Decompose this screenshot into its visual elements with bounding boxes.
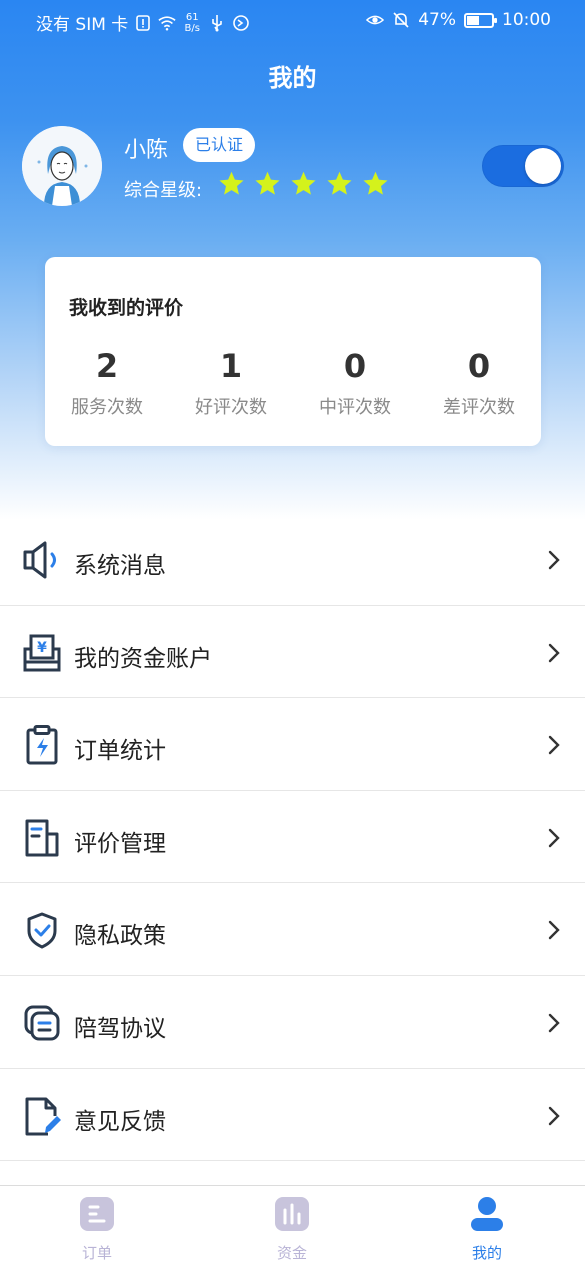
bottom-tab-bar: 订单 资金 我的 xyxy=(0,1185,585,1267)
star-icon xyxy=(327,171,352,195)
svg-text:¥: ¥ xyxy=(37,640,47,656)
chevron-right-icon xyxy=(548,550,560,570)
bell-muted-icon xyxy=(393,12,409,28)
eye-icon xyxy=(366,15,385,25)
clipboard-bolt-icon xyxy=(26,725,58,765)
settings-menu: 系统消息 ¥ 我的资金账户 订单统计 评价管理 隐私政策 陪驾协议 意见反馈 xyxy=(0,513,585,1162)
star-icon xyxy=(291,171,316,195)
review-summary-card: 我收到的评价 2 服务次数 1 好评次数 0 中评次数 0 差评次数 xyxy=(45,257,541,446)
phone-sync-icon xyxy=(233,14,250,31)
star-icon xyxy=(363,171,388,195)
wifi-icon xyxy=(158,15,176,31)
user-icon xyxy=(471,1197,503,1231)
stat-neutral-count: 0 中评次数 xyxy=(293,349,417,419)
stat-value: 0 xyxy=(343,347,367,385)
sim-alert-icon xyxy=(136,14,151,31)
star-icon xyxy=(255,171,280,195)
stat-label: 服务次数 xyxy=(71,397,143,418)
file-edit-icon xyxy=(25,1097,61,1136)
rating-label: 综合星级: xyxy=(124,180,203,201)
online-toggle[interactable] xyxy=(482,145,564,187)
stat-service-count: 2 服务次数 xyxy=(45,349,169,419)
chevron-right-icon xyxy=(548,921,560,940)
shield-check-icon xyxy=(27,912,57,949)
rating-stars xyxy=(218,170,389,197)
menu-label: 意见反馈 xyxy=(74,1108,166,1135)
star-icon xyxy=(219,171,244,195)
stat-bad-count: 0 差评次数 xyxy=(417,349,541,419)
tab-orders[interactable]: 订单 xyxy=(37,1196,157,1263)
speaker-icon xyxy=(23,541,56,579)
cards-icon xyxy=(24,1005,60,1041)
menu-item-order-stats[interactable]: 订单统计 xyxy=(0,698,585,791)
tab-mine[interactable]: 我的 xyxy=(427,1196,547,1263)
card-title: 我收到的评价 xyxy=(69,297,184,319)
tab-label: 我的 xyxy=(471,1244,502,1262)
menu-label: 我的资金账户 xyxy=(74,645,212,672)
menu-item-privacy-policy[interactable]: 隐私政策 xyxy=(0,883,585,976)
tab-funds[interactable]: 资金 xyxy=(232,1196,352,1263)
menu-item-system-messages[interactable]: 系统消息 xyxy=(0,513,585,606)
user-name: 小陈 xyxy=(124,138,169,163)
menu-label: 评价管理 xyxy=(74,830,166,857)
chevron-right-icon xyxy=(548,1013,560,1033)
menu-item-fund-account[interactable]: ¥ 我的资金账户 xyxy=(0,605,585,699)
chevron-right-icon xyxy=(548,735,560,755)
chevron-right-icon xyxy=(548,643,560,662)
stat-value: 2 xyxy=(95,347,119,385)
document-icon xyxy=(25,819,59,857)
toggle-knob xyxy=(525,148,561,184)
chevron-right-icon xyxy=(548,828,560,847)
tab-label: 订单 xyxy=(81,1244,112,1262)
menu-label: 系统消息 xyxy=(74,553,166,579)
menu-label: 陪驾协议 xyxy=(74,1015,166,1042)
clock: 10:00 xyxy=(502,10,551,30)
chevron-right-icon xyxy=(548,1106,560,1125)
orders-icon xyxy=(80,1197,114,1231)
menu-label: 订单统计 xyxy=(74,738,166,765)
stat-good-count: 1 好评次数 xyxy=(169,349,293,419)
menu-item-driving-agreement[interactable]: 陪驾协议 xyxy=(0,975,585,1069)
stat-label: 差评次数 xyxy=(443,397,515,418)
wallet-yen-icon: ¥ xyxy=(23,634,61,672)
page-title: 我的 xyxy=(268,64,317,92)
stat-label: 好评次数 xyxy=(195,397,267,418)
stat-value: 0 xyxy=(467,347,491,385)
bar-chart-icon xyxy=(275,1197,309,1231)
tab-label: 资金 xyxy=(276,1244,307,1262)
avatar-illustration-icon xyxy=(22,126,102,206)
network-speed: 61 B/s xyxy=(184,11,200,34)
carrier-text: 没有 SIM 卡 xyxy=(36,15,129,35)
menu-label: 隐私政策 xyxy=(74,923,166,950)
battery-percent: 47% xyxy=(418,10,456,30)
status-bar: 没有 SIM 卡 61 B/s 47% 10:00 xyxy=(0,0,585,42)
verified-badge: 已认证 xyxy=(183,128,256,162)
stat-label: 中评次数 xyxy=(319,397,391,418)
usb-icon xyxy=(212,14,223,31)
stat-value: 1 xyxy=(219,347,243,385)
avatar[interactable] xyxy=(22,126,102,206)
menu-item-review-management[interactable]: 评价管理 xyxy=(0,790,585,884)
menu-item-feedback[interactable]: 意见反馈 xyxy=(0,1068,585,1162)
battery-icon xyxy=(464,12,497,28)
